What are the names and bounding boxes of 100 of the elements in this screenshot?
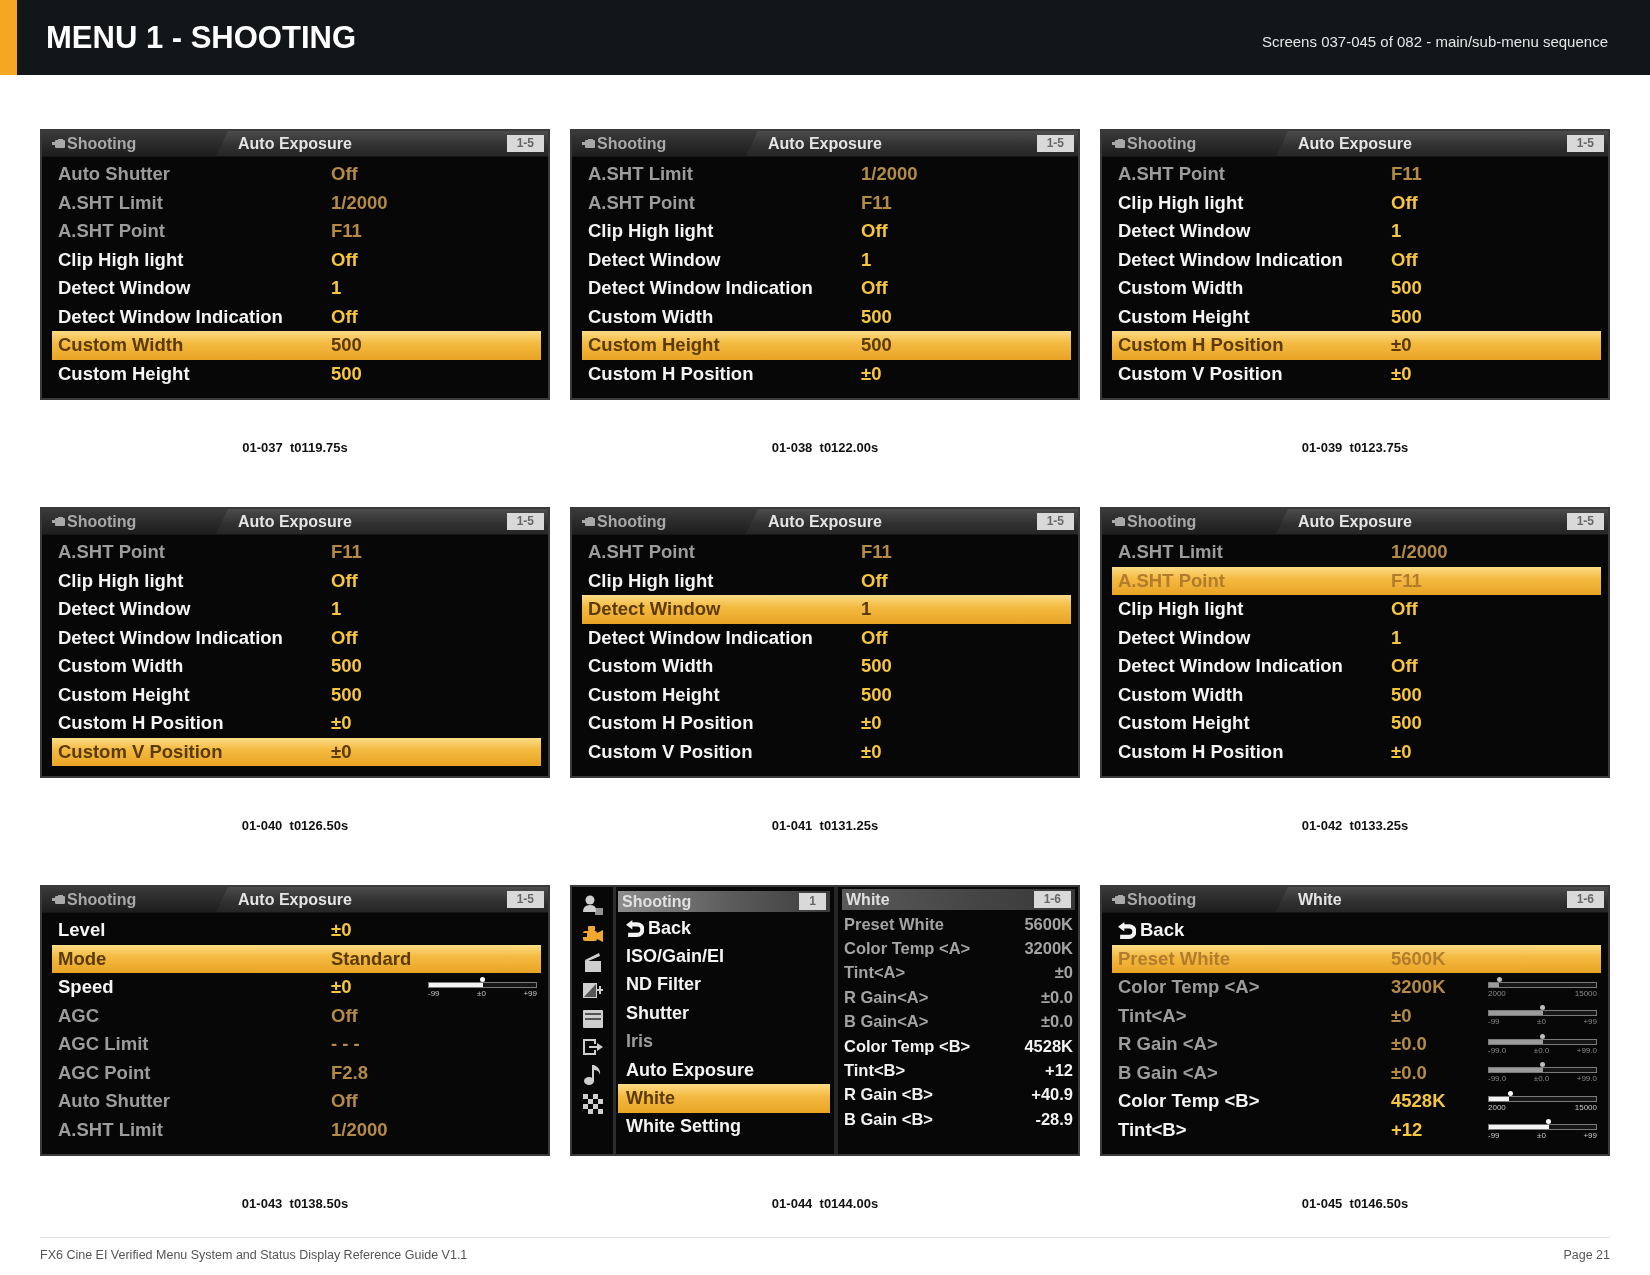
menu-value: 500	[331, 655, 363, 678]
menu-row[interactable]: Clip High light Off	[52, 566, 541, 595]
menu-label: Level	[58, 919, 107, 942]
menu-row[interactable]: Detect Window 1	[52, 595, 541, 624]
menu-row[interactable]: Custom V Position ±0	[582, 737, 1071, 766]
menu-row[interactable]: R Gain <B> +40.9	[842, 1082, 1075, 1108]
menu-row[interactable]: Custom H Position ±0	[1112, 331, 1601, 360]
menu-row[interactable]: Clip High light Off	[582, 217, 1071, 246]
menu-label: B Gain<A>	[844, 1012, 929, 1032]
menu-row[interactable]: Detect Window 1	[1112, 217, 1601, 246]
menu-row[interactable]: Level ±0	[52, 916, 541, 945]
menu-row[interactable]: Speed ±0 -99 ±0 +99	[52, 973, 541, 1002]
camcorder-icon	[52, 895, 65, 904]
menu-row[interactable]: Clip High light Off	[1112, 595, 1601, 624]
menu-row[interactable]: Detect Window Indication Off	[1112, 245, 1601, 274]
menu-item[interactable]: ISO/Gain/EI	[618, 942, 830, 971]
menu-value: 500	[331, 334, 363, 357]
menu-row[interactable]: Custom V Position ±0	[52, 737, 541, 766]
clapperboard-icon[interactable]	[582, 951, 603, 972]
menu-label: Detect Window	[588, 248, 722, 271]
menu-row[interactable]: Custom Width 500	[582, 652, 1071, 681]
menu-row[interactable]: Custom H Position ±0	[1112, 737, 1601, 766]
back-menu-row[interactable]: Back	[1112, 916, 1601, 945]
page-badge: 1-5	[506, 513, 544, 530]
menu-value: ±0	[331, 976, 353, 999]
menu-row[interactable]: Custom V Position ±0	[1112, 359, 1601, 388]
menu-row[interactable]: Custom Height 500	[1112, 709, 1601, 738]
menu-value: Off	[331, 1004, 359, 1027]
user-icon[interactable]	[582, 895, 603, 915]
output-arrow-icon[interactable]	[582, 1036, 603, 1057]
menu-item[interactable]: White Setting	[618, 1112, 830, 1142]
slider-tick-label: -99.0	[1488, 1045, 1507, 1055]
screen-caption: 01-043 t0138.50s	[241, 1196, 349, 1212]
camcorder-icon	[52, 517, 65, 526]
menu-row[interactable]: Custom H Position ±0	[582, 359, 1071, 388]
menu-title: Shooting	[622, 892, 692, 911]
menu-row[interactable]: Detect Window 1	[582, 245, 1071, 274]
menu-row[interactable]: Custom Width 500	[52, 331, 541, 360]
image-adjust-icon[interactable]	[582, 980, 603, 1001]
menu-label: Detect Window	[1118, 220, 1252, 243]
menu-item[interactable]: Shutter	[618, 999, 830, 1028]
menu-value: -28.9	[1035, 1109, 1073, 1129]
menu-value: F11	[861, 191, 893, 214]
menu-label: White Setting	[626, 1116, 741, 1138]
menu-value: 3200K	[1391, 976, 1447, 999]
menu-label: Detect Window	[588, 598, 722, 621]
menu-row[interactable]: Custom Height 500	[582, 680, 1071, 709]
slider-tick-label: 15000	[1574, 988, 1597, 998]
menu-row[interactable]: Custom Width 500	[1112, 680, 1601, 709]
menu-row[interactable]: Detect Window Indication Off	[582, 274, 1071, 303]
menu-row[interactable]: Detect Window Indication Off	[52, 302, 541, 331]
menu-row[interactable]: Detect Window 1	[52, 274, 541, 303]
menu-row[interactable]: Custom H Position ±0	[52, 709, 541, 738]
menu-label: Custom Height	[1118, 305, 1251, 328]
menu-row[interactable]: Color Temp <B> 4528K	[842, 1033, 1075, 1059]
screen-caption: 01-042 t0133.25s	[1301, 818, 1409, 834]
camcorder-icon	[52, 139, 65, 148]
menu-row[interactable]: Detect Window 1	[1112, 623, 1601, 652]
parent-menu-title: Shooting	[597, 512, 667, 531]
menu-label: A.SHT Point	[1118, 569, 1226, 592]
back-menu-item[interactable]: Back	[618, 914, 830, 943]
menu-row[interactable]: Custom H Position ±0	[582, 709, 1071, 738]
menu-label: R Gain <B>	[844, 1085, 933, 1105]
slider-tick-label: 2000	[1488, 988, 1506, 998]
media-icon[interactable]	[582, 1008, 603, 1029]
menu-value: Off	[1391, 655, 1419, 678]
menu-row[interactable]: Detect Window Indication Off	[52, 623, 541, 652]
menu-row[interactable]: Mode Standard	[52, 944, 541, 973]
menu-row[interactable]: Custom Height 500	[52, 680, 541, 709]
page-subtitle: Screens 037-045 of 082 - main/sub-menu sequence	[1261, 32, 1608, 50]
menu-row[interactable]: Clip High light Off	[1112, 188, 1601, 217]
slider-tick-label: +99.0	[1576, 1074, 1597, 1084]
menu-value: +12	[1045, 1061, 1073, 1081]
menu-row[interactable]: Detect Window 1	[582, 595, 1071, 624]
menu-row[interactable]: Custom Height 500	[582, 331, 1071, 360]
menu-label: Clip High light	[58, 248, 185, 271]
menu-row[interactable]: Custom Width 500	[52, 652, 541, 681]
menu-label: Custom Height	[58, 362, 191, 385]
menu-row[interactable]: Custom Width 500	[582, 302, 1071, 331]
menu-row[interactable]: Custom Height 500	[52, 359, 541, 388]
menu-label: Mode	[58, 947, 108, 970]
menu-row[interactable]: Custom Height 500	[1112, 302, 1601, 331]
menu-row[interactable]: Tint<B> +12	[842, 1058, 1075, 1083]
music-note-icon[interactable]	[582, 1065, 603, 1086]
menu-row[interactable]: Clip High light Off	[582, 566, 1071, 595]
menu-label: Custom H Position	[1118, 740, 1285, 763]
menu-value: ±0	[331, 740, 353, 763]
parent-menu-title: Shooting	[1127, 890, 1197, 909]
menu-item[interactable]: ND Filter	[618, 970, 830, 1000]
menu-item[interactable]: Auto Exposure	[618, 1055, 830, 1085]
menu-row[interactable]: B Gain <B> -28.9	[842, 1107, 1075, 1132]
menu-row[interactable]: Color Temp <B> 4528K 2000 15000	[1112, 1087, 1601, 1116]
menu-row[interactable]: Clip High light Off	[52, 245, 541, 274]
menu-item[interactable]: White	[618, 1084, 830, 1113]
menu-row[interactable]: Tint<B> +12 -99 ±0 +99	[1112, 1115, 1601, 1144]
camcorder-icon[interactable]	[582, 923, 603, 944]
menu-row[interactable]: Detect Window Indication Off	[1112, 652, 1601, 681]
menu-row[interactable]: Detect Window Indication Off	[582, 623, 1071, 652]
menu-label: A.SHT Limit	[588, 163, 694, 186]
menu-row[interactable]: Custom Width 500	[1112, 274, 1601, 303]
